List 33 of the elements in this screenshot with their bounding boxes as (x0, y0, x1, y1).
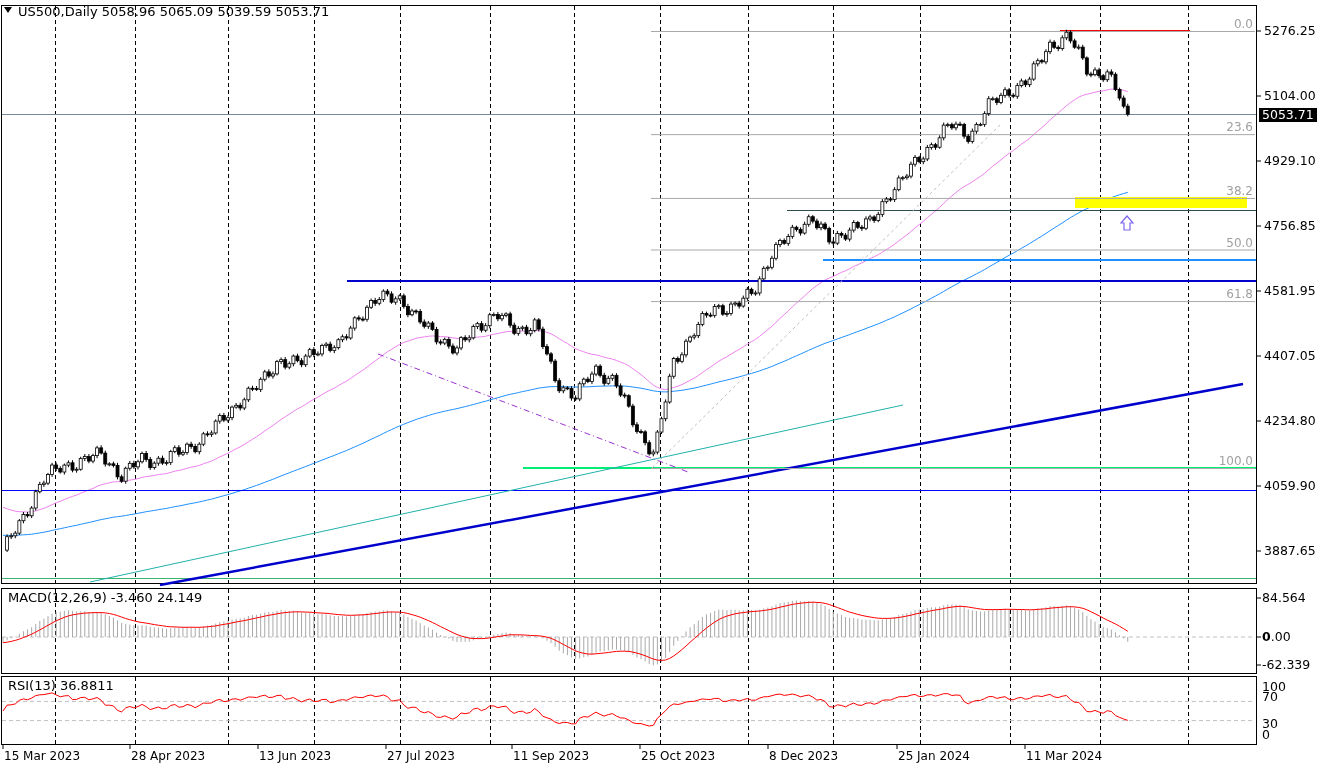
fibonacci-level-label: 61.8 (1226, 287, 1253, 302)
price-axis-label: 3887.65 (1264, 544, 1316, 558)
time-axis-label: 25 Oct 2023 (641, 749, 716, 763)
time-axis-label: 28 Apr 2023 (131, 749, 206, 763)
fibonacci-level-label: 100.0 (1218, 454, 1253, 468)
time-axis-label: 27 Jul 2023 (387, 749, 455, 763)
time-axis-label: 13 Jun 2023 (259, 749, 332, 763)
indicator-scale-label: 84.564 (1262, 591, 1306, 605)
price-axis-label: 5276.25 (1264, 24, 1316, 38)
time-axis-label: 15 Mar 2023 (4, 749, 81, 763)
indicator-title: MACD(12,26,9) -3.460 24.149 (8, 591, 203, 605)
indicator-scale-label: 0.00 (1262, 630, 1291, 644)
price-axis-label: 4581.95 (1264, 284, 1316, 298)
price-axis-label: 4059.90 (1264, 479, 1316, 493)
price-axis-label: 4756.85 (1264, 219, 1316, 233)
time-axis-label: 11 Mar 2024 (1026, 749, 1103, 763)
indicator-scale-label: 30 (1262, 717, 1278, 731)
chart-title: US500,Daily 5058.96 5065.09 5039.59 5053.71 (18, 5, 330, 19)
price-axis-label: 4234.80 (1264, 414, 1316, 428)
price-axis-label: 4407.05 (1264, 349, 1316, 363)
indicator-title: RSI(13) 36.8811 (8, 679, 114, 693)
current-price-tag: 5053.71 (1259, 107, 1317, 122)
indicator-scale-label: -62.339 (1262, 658, 1311, 672)
time-axis-label: 11 Sep 2023 (513, 749, 590, 763)
fibonacci-level-label: 23.6 (1226, 120, 1253, 135)
fibonacci-level-label: 50.0 (1226, 235, 1253, 250)
price-axis-label: 4929.10 (1264, 154, 1316, 168)
fibonacci-level-label: 38.2 (1226, 183, 1253, 198)
time-axis-label: 8 Dec 2023 (769, 749, 839, 763)
price-axis-label: 5104.00 (1264, 89, 1316, 103)
time-axis-label: 25 Jan 2024 (898, 749, 970, 763)
fibonacci-level-label: 0.0 (1233, 17, 1253, 31)
indicator-scale-label: 0 (1262, 728, 1270, 742)
